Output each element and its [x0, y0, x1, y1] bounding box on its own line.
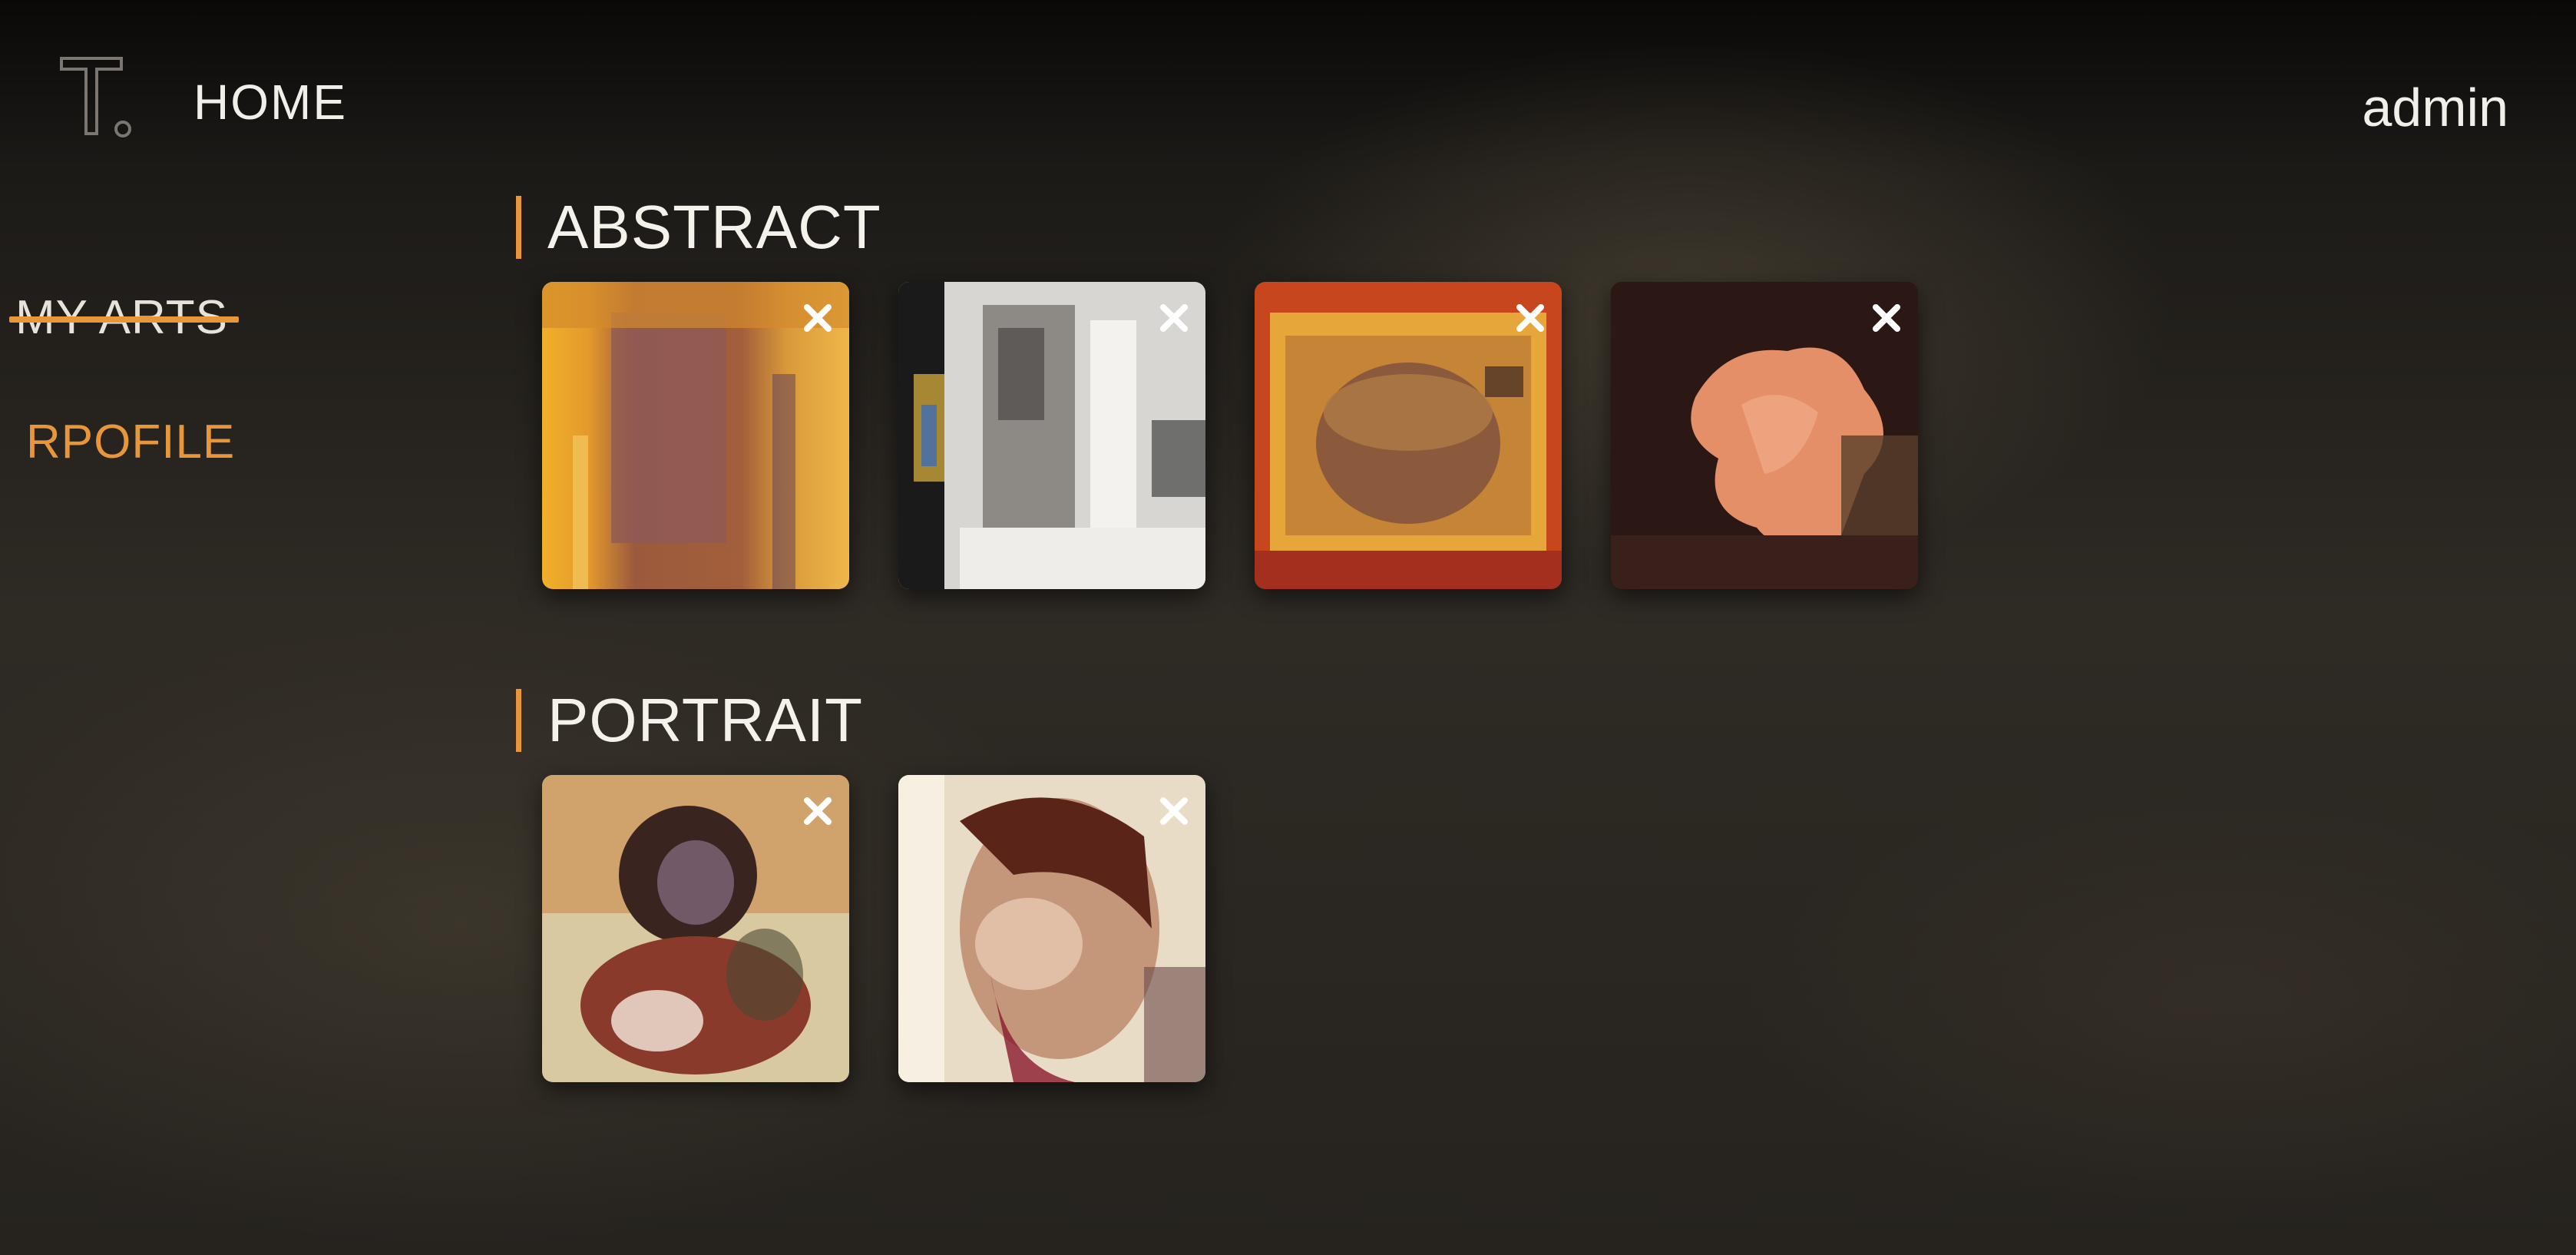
- section-title-portrait: PORTRAIT: [516, 689, 863, 752]
- art-card[interactable]: [542, 775, 849, 1082]
- art-row-abstract: [542, 282, 1918, 589]
- art-row-portrait: [542, 775, 1205, 1082]
- sidebar-item-my-arts[interactable]: MY ARTS: [9, 290, 239, 345]
- remove-art-button[interactable]: [795, 789, 840, 833]
- logo[interactable]: [58, 54, 143, 146]
- art-card[interactable]: [898, 282, 1205, 589]
- art-card[interactable]: [1255, 282, 1562, 589]
- close-icon: [1160, 797, 1188, 825]
- remove-art-button[interactable]: [1508, 296, 1553, 340]
- user-menu[interactable]: admin: [2362, 77, 2508, 138]
- close-icon: [1516, 304, 1544, 332]
- nav-home-link[interactable]: HOME: [193, 74, 347, 131]
- logo-mark: [60, 57, 131, 137]
- section-title-abstract: ABSTRACT: [516, 196, 881, 259]
- sidebar-item-profile[interactable]: RPOFILE: [26, 415, 235, 469]
- close-icon: [804, 797, 832, 825]
- remove-art-button[interactable]: [1152, 296, 1196, 340]
- art-card[interactable]: [1611, 282, 1918, 589]
- close-icon: [1160, 304, 1188, 332]
- active-indicator: [9, 316, 239, 323]
- close-icon: [1873, 304, 1900, 332]
- art-card[interactable]: [542, 282, 849, 589]
- art-card[interactable]: [898, 775, 1205, 1082]
- close-icon: [804, 304, 832, 332]
- remove-art-button[interactable]: [1152, 789, 1196, 833]
- remove-art-button[interactable]: [795, 296, 840, 340]
- remove-art-button[interactable]: [1864, 296, 1909, 340]
